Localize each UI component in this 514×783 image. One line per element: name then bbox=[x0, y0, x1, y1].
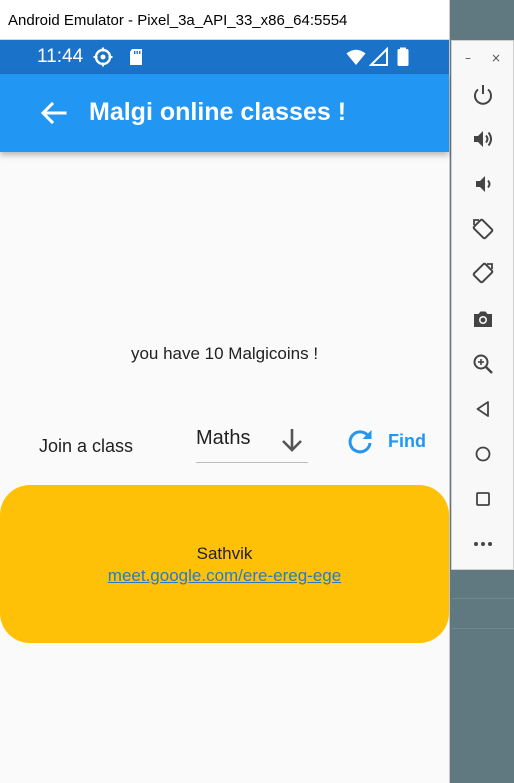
gear-icon bbox=[93, 47, 113, 67]
battery-icon bbox=[393, 47, 413, 67]
zoom-icon[interactable] bbox=[471, 352, 495, 376]
volume-down-icon[interactable] bbox=[471, 172, 495, 196]
arrow-left-icon bbox=[40, 101, 67, 125]
window-title: Android Emulator - Pixel_3a_API_33_x86_6… bbox=[8, 12, 348, 29]
rotate-right-icon[interactable] bbox=[471, 261, 495, 285]
join-class-label: Join a class bbox=[39, 436, 134, 456]
minimize-button[interactable]: – bbox=[465, 51, 471, 65]
volume-up-icon[interactable] bbox=[471, 127, 495, 151]
back-triangle-icon[interactable] bbox=[471, 397, 495, 421]
power-icon[interactable] bbox=[471, 83, 495, 107]
wifi-icon bbox=[346, 47, 366, 67]
background-divider bbox=[452, 598, 514, 599]
sd-card-icon bbox=[126, 47, 146, 67]
home-circle-icon[interactable] bbox=[471, 442, 495, 466]
close-button[interactable]: × bbox=[491, 51, 501, 65]
signal-icon bbox=[368, 46, 389, 67]
overview-square-icon[interactable] bbox=[471, 487, 495, 511]
class-meet-link[interactable]: meet.google.com/ere-ereg-ege bbox=[0, 566, 449, 586]
class-teacher-name: Sathvik bbox=[196, 544, 253, 563]
subject-dropdown[interactable]: Maths bbox=[196, 424, 308, 463]
coins-balance-text: you have 10 Malgicoins ! bbox=[130, 344, 319, 363]
status-time: 11:44 bbox=[37, 46, 84, 67]
status-bar: 11:44 bbox=[0, 40, 449, 74]
refresh-icon bbox=[346, 427, 374, 455]
more-dots-icon[interactable] bbox=[471, 532, 495, 556]
page-title: Malgi online classes ! bbox=[89, 98, 347, 126]
arrow-down-icon bbox=[278, 426, 306, 454]
emulator-side-toolbar: – × bbox=[451, 40, 514, 570]
camera-icon[interactable] bbox=[471, 307, 495, 331]
background-divider bbox=[452, 628, 514, 629]
back-button[interactable] bbox=[38, 97, 70, 129]
window-titlebar[interactable]: Android Emulator - Pixel_3a_API_33_x86_6… bbox=[0, 0, 449, 40]
class-card: Sathvik meet.google.com/ere-ereg-ege bbox=[0, 485, 449, 643]
find-button-label: Find bbox=[388, 431, 426, 451]
rotate-left-icon[interactable] bbox=[471, 217, 495, 241]
emulator-window: Android Emulator - Pixel_3a_API_33_x86_6… bbox=[0, 0, 450, 783]
find-button[interactable]: Find bbox=[344, 424, 434, 458]
subject-dropdown-value: Maths bbox=[196, 427, 251, 449]
app-bar: Malgi online classes ! bbox=[0, 74, 449, 152]
